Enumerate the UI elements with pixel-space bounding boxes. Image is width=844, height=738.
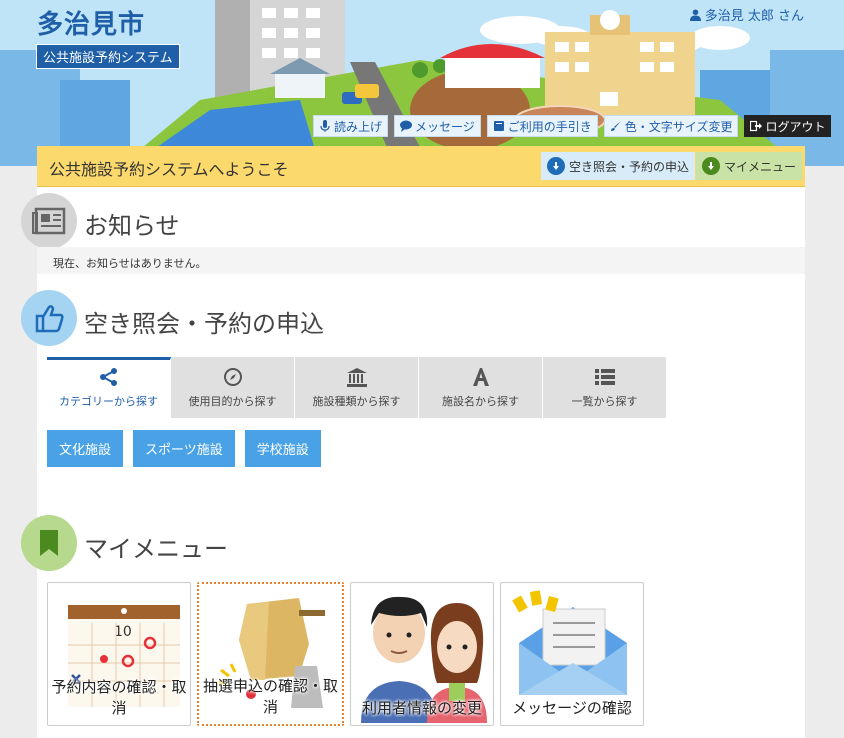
tab-facility-name-label: 施設名から探す bbox=[442, 395, 519, 408]
tab-purpose[interactable]: 使用目的から探す bbox=[171, 357, 295, 418]
user-info-label: 利用者情報の変更 bbox=[361, 699, 482, 717]
read-aloud-button[interactable]: 読み上げ bbox=[313, 115, 389, 137]
user-info[interactable]: 多治見 太郎 さん bbox=[689, 5, 804, 24]
share-icon bbox=[99, 368, 117, 386]
notice-message: 現在、お知らせはありません。 bbox=[37, 247, 805, 274]
jump-mymenu-button[interactable]: マイメニュー bbox=[696, 152, 803, 180]
jump-reserve-label: 空き照会・予約の申込 bbox=[569, 159, 690, 174]
arrow-down-icon bbox=[702, 157, 720, 175]
welcome-text: 公共施設予約システムへようこそ bbox=[49, 160, 289, 179]
reserve-heading: 空き照会・予約の申込 bbox=[84, 310, 324, 338]
guide-button[interactable]: ご利用の手引き bbox=[486, 115, 598, 137]
message-button[interactable]: メッセージ bbox=[394, 115, 481, 137]
main-content: 公共施設予約システムへようこそ 空き照会・予約の申込 マイメニュー お知らせ 現… bbox=[21, 146, 805, 738]
logout-label: ログアウト bbox=[765, 119, 826, 134]
guide-label: ご利用の手引き bbox=[507, 119, 592, 134]
reservation-check-card[interactable]: 10 予約内容の確認・取消 bbox=[47, 582, 191, 726]
speech-bubble-icon bbox=[400, 120, 413, 132]
microphone-icon bbox=[320, 120, 330, 132]
logout-button[interactable]: ログアウト bbox=[744, 115, 832, 137]
tab-purpose-label: 使用目的から探す bbox=[188, 395, 277, 408]
tab-facility-name[interactable]: 施設名から探す bbox=[419, 357, 543, 418]
mymenu-cards: 10 予約内容の確認・取消 抽選申込の確認・取消 利用者情報の変更 メッセージの… bbox=[47, 582, 644, 726]
newspaper-icon bbox=[21, 193, 77, 249]
reservation-check-label: 予約内容の確認・取消 bbox=[51, 678, 187, 717]
tab-category-label: カテゴリーから探す bbox=[59, 395, 158, 408]
welcome-bar: 公共施設予約システムへようこそ 空き照会・予約の申込 マイメニュー bbox=[37, 146, 805, 187]
site-title[interactable]: 多治見市 bbox=[37, 4, 145, 41]
user-name: 多治見 太郎 さん bbox=[704, 9, 804, 24]
site-subtitle: 公共施設予約システム bbox=[36, 44, 180, 69]
color-font-size-label: 色・文字サイズ変更 bbox=[624, 119, 733, 134]
thumbs-up-icon bbox=[21, 290, 77, 346]
jump-mymenu-label: マイメニュー bbox=[724, 159, 797, 174]
lottery-check-label: 抽選申込の確認・取消 bbox=[202, 677, 338, 716]
tab-category[interactable]: カテゴリーから探す bbox=[47, 357, 171, 418]
book-icon bbox=[493, 121, 504, 131]
user-info-card[interactable]: 利用者情報の変更 bbox=[350, 582, 494, 726]
category-school-button[interactable]: 学校施設 bbox=[244, 430, 321, 467]
read-aloud-label: 読み上げ bbox=[334, 119, 383, 134]
tab-facility-type[interactable]: 施設種類から探す bbox=[295, 357, 419, 418]
arrow-down-icon bbox=[547, 157, 565, 175]
color-font-size-button[interactable]: 色・文字サイズ変更 bbox=[603, 115, 739, 137]
tab-list-label: 一覧から探す bbox=[571, 395, 638, 408]
header-toolbar: 読み上げ メッセージ ご利用の手引き 色・文字サイズ変更 ログアウト bbox=[313, 115, 832, 137]
site-header: 多治見市 公共施設予約システム 多治見 太郎 さん 読み上げ メッセージ ご利用… bbox=[0, 0, 844, 166]
jump-reserve-button[interactable]: 空き照会・予約の申込 bbox=[541, 152, 696, 180]
svg-text:10: 10 bbox=[114, 624, 132, 640]
category-sports-button[interactable]: スポーツ施設 bbox=[133, 430, 235, 467]
brush-icon bbox=[610, 121, 621, 131]
tab-list[interactable]: 一覧から探す bbox=[543, 357, 667, 418]
user-icon bbox=[689, 9, 701, 21]
lottery-check-card[interactable]: 抽選申込の確認・取消 bbox=[197, 582, 344, 726]
search-tabs: カテゴリーから探す 使用目的から探す 施設種類から探す 施設名から探す 一覧から… bbox=[47, 357, 667, 418]
message-check-label: メッセージの確認 bbox=[512, 699, 632, 717]
tab-facility-type-label: 施設種類から探す bbox=[312, 395, 401, 408]
notice-heading: お知らせ bbox=[84, 212, 180, 240]
font-a-icon bbox=[472, 368, 489, 386]
list-icon bbox=[594, 369, 615, 385]
institution-icon bbox=[346, 368, 367, 387]
bookmark-icon bbox=[21, 515, 77, 571]
message-check-card[interactable]: メッセージの確認 bbox=[500, 582, 644, 726]
category-culture-button[interactable]: 文化施設 bbox=[47, 430, 124, 467]
compass-icon bbox=[223, 368, 242, 386]
mymenu-heading: マイメニュー bbox=[84, 535, 228, 563]
category-buttons: 文化施設 スポーツ施設 学校施設 bbox=[47, 430, 321, 467]
message-label: メッセージ bbox=[415, 119, 475, 134]
logout-icon bbox=[750, 120, 763, 132]
